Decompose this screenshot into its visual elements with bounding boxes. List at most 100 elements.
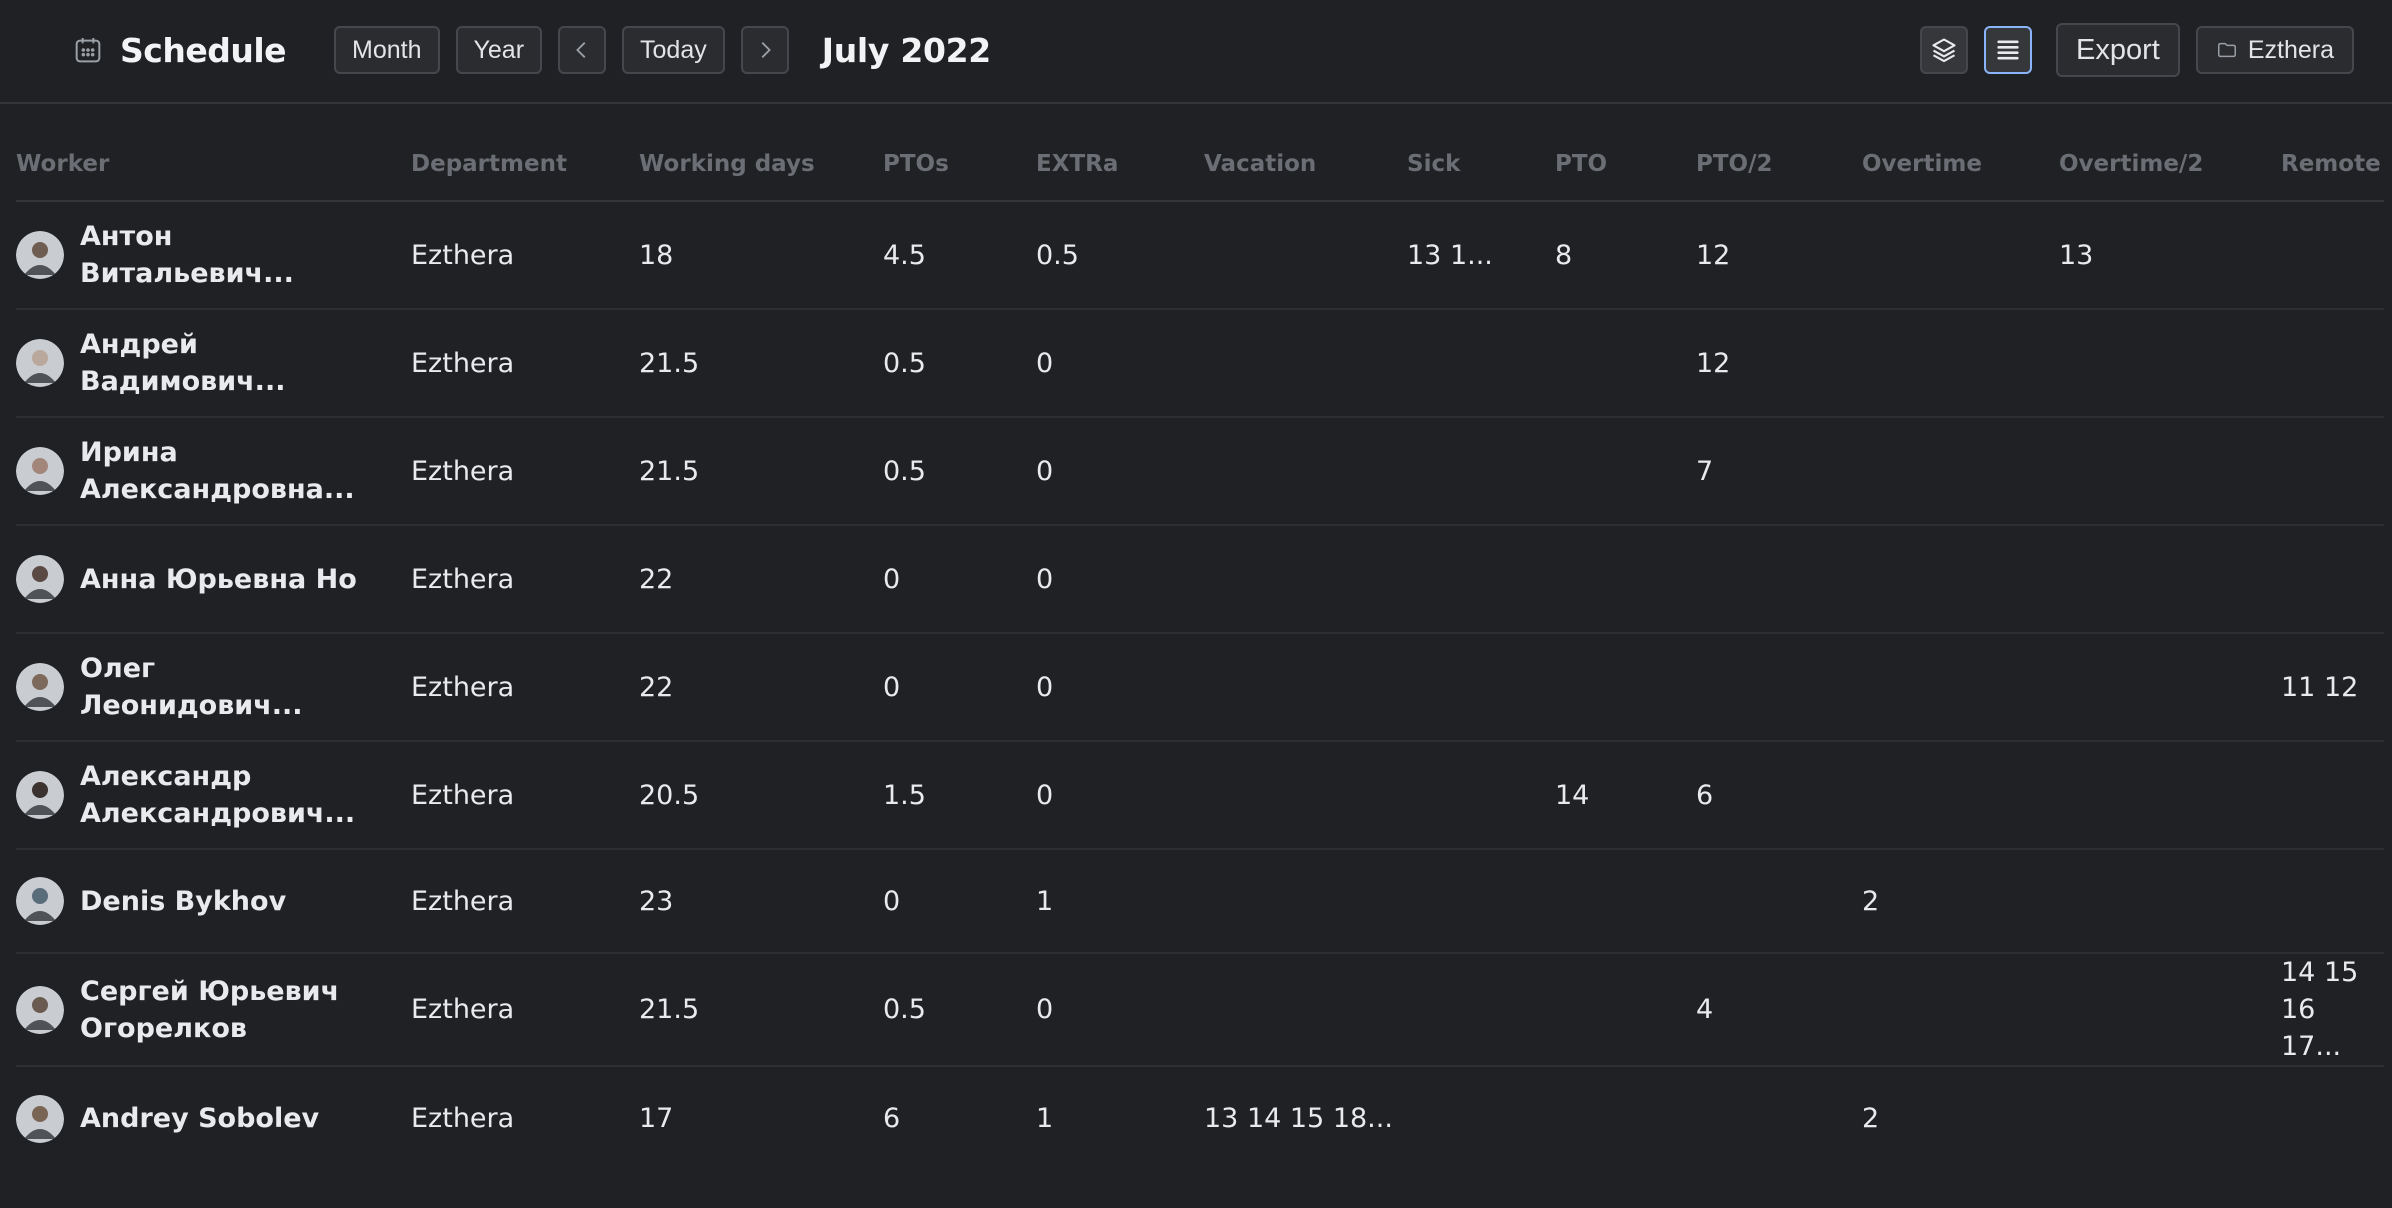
layers-view-button[interactable] [1920, 26, 1968, 74]
overtime-cell [1862, 201, 2059, 310]
workspace-label: Ezthera [2247, 35, 2334, 64]
pto-half-cell: 12 [1696, 201, 1862, 310]
table-row[interactable]: Александр Александрович... Ezthera 20.5 … [16, 741, 2384, 850]
column-header-department[interactable]: Department [411, 128, 639, 202]
toolbar: Schedule Month Year Today July 2022 Expo… [0, 0, 2392, 104]
working-days-cell: 22 [639, 633, 883, 742]
working-days-cell: 17 [639, 1103, 674, 1134]
workspace-selector[interactable]: Ezthera [2195, 26, 2354, 74]
worker-cell[interactable]: Сергей Юрьевич Огорелков [16, 973, 411, 1047]
month-view-button[interactable]: Month [334, 26, 440, 74]
ptos-cell: 0.5 [883, 417, 1036, 526]
chevron-right-icon [761, 42, 771, 58]
overtime-half-cell [2059, 849, 2281, 954]
overtime-half-cell: 13 [2059, 201, 2281, 310]
remote-cell: 14 15 16 17... [2281, 953, 2384, 1067]
page-title: Schedule [120, 30, 287, 70]
worker-name: Ирина Александровна... [80, 437, 355, 505]
calendar-icon [75, 38, 101, 63]
worker-cell[interactable]: Andrey Sobolev [16, 1094, 411, 1143]
worker-name: Сергей Юрьевич Огорелков [80, 975, 340, 1044]
column-header-sick[interactable]: Sick [1407, 128, 1555, 202]
sick-cell [1407, 741, 1555, 850]
column-header-ptos[interactable]: PTOs [883, 128, 1036, 202]
worker-cell[interactable]: Ирина Александровна... [16, 434, 411, 508]
table-row[interactable]: Denis Bykhov Ezthera 23 0 1 2 [16, 849, 2384, 954]
avatar [16, 555, 64, 603]
worker-name: Андрей Вадимович... [80, 329, 286, 397]
worker-cell[interactable]: Denis Bykhov [16, 877, 411, 925]
next-period-button[interactable] [740, 26, 789, 74]
previous-period-button[interactable] [558, 26, 607, 74]
overtime-half-cell [2059, 953, 2281, 1067]
avatar [16, 771, 64, 819]
vacation-cell [1204, 309, 1407, 418]
export-button[interactable]: Export [2056, 23, 2180, 77]
worker-cell[interactable]: Антон Витальевич... [16, 218, 411, 292]
chevron-left-icon [576, 42, 586, 58]
working-days-cell: 22 [639, 525, 883, 634]
remote-cell [2281, 1066, 2384, 1170]
working-days-cell: 18 [639, 201, 883, 310]
column-header-remote[interactable]: Remote [2281, 128, 2384, 202]
overtime-cell [1862, 633, 2059, 742]
department-cell: Ezthera [411, 525, 639, 634]
overtime-half-cell [2059, 525, 2281, 634]
ptos-cell: 0.5 [883, 309, 1036, 418]
remote-cell: 11 12 [2281, 633, 2384, 742]
year-view-button[interactable]: Year [455, 26, 543, 74]
worker-cell[interactable]: Олег Леонидович... [16, 650, 411, 724]
vacation-cell [1204, 953, 1407, 1067]
sick-cell [1407, 309, 1555, 418]
department-cell: Ezthera [411, 741, 639, 850]
overtime-cell: 2 [1862, 849, 2059, 954]
avatar [16, 231, 64, 279]
table-row[interactable]: Антон Витальевич... Ezthera 18 4.5 0.5 1… [16, 201, 2384, 310]
extra-cell: 1 [1036, 1103, 1054, 1134]
vacation-cell [1204, 417, 1407, 526]
column-header-pto-half[interactable]: PTO/2 [1696, 128, 1862, 202]
table-row[interactable]: Андрей Вадимович... Ezthera 21.5 0.5 0 1… [16, 309, 2384, 418]
avatar [16, 339, 64, 387]
overtime-cell [1862, 525, 2059, 634]
working-days-cell: 21.5 [639, 417, 883, 526]
column-header-worker[interactable]: Worker [16, 128, 411, 202]
column-header-extra[interactable]: EXTRa [1036, 128, 1204, 202]
table-row[interactable]: Andrey Sobolev Ezthera 17 6 1 13 14 15 1… [16, 1066, 2384, 1170]
department-cell: Ezthera [411, 1103, 515, 1134]
ptos-cell: 6 [883, 1103, 901, 1134]
pto-half-cell [1696, 525, 1862, 634]
extra-cell: 0 [1036, 741, 1204, 850]
column-header-vacation[interactable]: Vacation [1204, 128, 1407, 202]
worker-cell[interactable]: Андрей Вадимович... [16, 326, 411, 400]
column-header-overtime-half[interactable]: Overtime/2 [2059, 128, 2281, 202]
worker-name: Анна Юрьевна Но [80, 563, 357, 595]
list-view-button[interactable] [1984, 26, 2032, 74]
avatar [16, 447, 64, 495]
overtime-half-cell [2059, 1066, 2281, 1170]
column-header-pto[interactable]: PTO [1555, 128, 1696, 202]
sick-cell [1407, 849, 1555, 954]
worker-cell[interactable]: Анна Юрьевна Но [16, 555, 411, 603]
vacation-cell [1204, 741, 1407, 850]
remote-cell [2281, 525, 2384, 634]
column-header-working-days[interactable]: Working days [639, 128, 883, 202]
extra-cell: 0 [1036, 953, 1204, 1067]
today-button[interactable]: Today [622, 26, 725, 74]
worker-name: Andrey Sobolev [80, 1103, 320, 1134]
remote-cell [2281, 741, 2384, 850]
worker-cell[interactable]: Александр Александрович... [16, 758, 411, 832]
department-cell: Ezthera [411, 201, 639, 310]
table-row[interactable]: Олег Леонидович... Ezthera 22 0 0 11 12 [16, 633, 2384, 742]
vacation-cell [1204, 849, 1407, 954]
extra-cell: 1 [1036, 849, 1204, 954]
pto-cell [1555, 953, 1696, 1067]
ptos-cell: 0 [883, 849, 1036, 954]
column-header-overtime[interactable]: Overtime [1862, 128, 2059, 202]
sick-cell [1407, 1066, 1555, 1170]
table-row[interactable]: Ирина Александровна... Ezthera 21.5 0.5 … [16, 417, 2384, 526]
table-row[interactable]: Анна Юрьевна Но Ezthera 22 0 0 [16, 525, 2384, 634]
ptos-cell: 4.5 [883, 201, 1036, 310]
table-row[interactable]: Сергей Юрьевич Огорелков Ezthera 21.5 0.… [16, 953, 2384, 1067]
ptos-cell: 0 [883, 525, 1036, 634]
